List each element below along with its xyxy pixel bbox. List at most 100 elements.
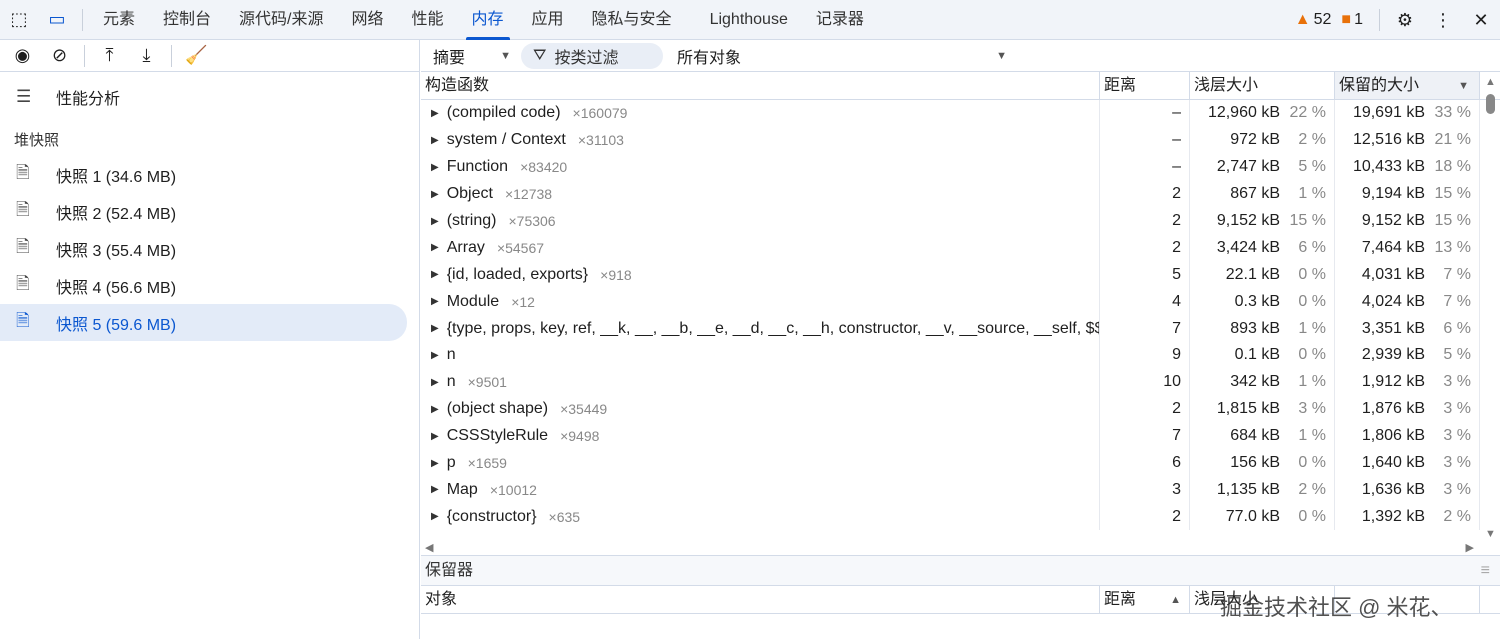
retained-size-cell: 3,351 kB 6 % — [1335, 315, 1480, 343]
warnings-badge[interactable]: ▲ 52 — [1295, 11, 1332, 29]
snapshot-item[interactable]: 🗎 快照 5 (59.6 MB) — [0, 304, 407, 341]
shallow-size-cell: 893 kB 1 % — [1190, 315, 1335, 343]
table-row[interactable]: ▶ Array ×54567 2 3,424 kB 6 % 7,464 kB 13 % — [421, 234, 1500, 262]
view-select[interactable]: 摘要 ▼ — [421, 44, 521, 68]
expand-triangle-icon[interactable]: ▶ — [431, 269, 439, 280]
constructor-cell: ▶ {constructor} ×635 — [421, 503, 1100, 531]
constructor-cell: ▶ {type, props, key, ref, __k, __, __b, _… — [421, 315, 1100, 343]
retained-size-cell: 1,392 kB 2 % — [1335, 503, 1480, 531]
tab-8[interactable]: Lighthouse — [696, 0, 802, 40]
table-row[interactable]: ▶ Object ×12738 2 867 kB 1 % 9,194 kB 15 % — [421, 180, 1500, 208]
expand-triangle-icon[interactable]: ▶ — [431, 108, 439, 119]
tab-9[interactable]: 记录器 — [802, 0, 878, 40]
shallow-size: 22.1 kB — [1225, 265, 1280, 283]
column-shallow-size[interactable]: 浅层大小 — [1190, 72, 1335, 99]
expand-triangle-icon[interactable]: ▶ — [431, 242, 439, 253]
distance-cell: 10 — [1100, 368, 1190, 396]
record-icon[interactable]: ◉ — [4, 40, 41, 72]
tab-4[interactable]: 性能 — [398, 0, 458, 40]
table-row[interactable]: ▶ n 9 0.1 kB 0 % 2,939 kB 5 % — [421, 342, 1500, 369]
shallow-percent: 0 % — [1298, 265, 1326, 283]
table-row[interactable]: ▶ Map ×10012 3 1,135 kB 2 % 1,636 kB 3 % — [421, 476, 1500, 504]
shallow-size: 1,815 kB — [1216, 400, 1280, 418]
horizontal-scrollbar[interactable]: ◀ ▶ — [421, 540, 1500, 556]
retained-header-label: 保留的大小 — [1339, 77, 1420, 94]
column-object[interactable]: 对象 — [421, 586, 1100, 613]
garbage-collect-broom-icon[interactable]: 🧹 — [178, 40, 215, 72]
expand-triangle-icon[interactable]: ▶ — [431, 162, 439, 173]
expand-triangle-icon[interactable]: ▶ — [431, 296, 439, 307]
clear-icon[interactable]: ⊘ — [41, 40, 78, 72]
tab-0[interactable]: 元素 — [89, 0, 149, 40]
settings-gear-icon[interactable]: ⚙ — [1386, 0, 1424, 40]
tab-5[interactable]: 内存 — [458, 0, 518, 40]
expand-triangle-icon[interactable]: ▶ — [431, 323, 439, 334]
shallow-size: 1,135 kB — [1216, 480, 1280, 498]
table-row[interactable]: ▶ system / Context ×31103 – 972 kB 2 % 12,516 … — [421, 126, 1500, 154]
class-filter-input[interactable]: ⛛ 按类过滤 — [521, 42, 663, 69]
retained-percent: 3 % — [1443, 427, 1471, 445]
retained-size-cell: 7,464 kB 13 % — [1335, 234, 1480, 262]
table-row[interactable]: ▶ {type, props, key, ref, __k, __, __b, _… — [421, 315, 1500, 343]
expand-triangle-icon[interactable]: ▶ — [431, 511, 439, 522]
shallow-percent: 3 % — [1298, 400, 1326, 418]
retained-percent: 3 % — [1443, 480, 1471, 498]
tab-2[interactable]: 源代码/来源 — [225, 0, 337, 40]
upload-icon[interactable]: ⤒ — [91, 40, 128, 72]
shallow-size: 2,747 kB — [1216, 158, 1280, 176]
table-row[interactable]: ▶ (object shape) ×35449 2 1,815 kB 3 % 1,876 k… — [421, 395, 1500, 423]
tab-1[interactable]: 控制台 — [149, 0, 225, 40]
expand-triangle-icon[interactable]: ▶ — [431, 431, 439, 442]
tab-6[interactable]: 应用 — [518, 0, 578, 40]
expand-triangle-icon[interactable]: ▶ — [431, 458, 439, 469]
table-row[interactable]: ▶ n ×9501 10 342 kB 1 % 1,912 kB 3 % — [421, 368, 1500, 396]
expand-triangle-icon[interactable]: ▶ — [431, 404, 439, 415]
sliders-icon: ☰ — [16, 86, 32, 106]
snapshot-item[interactable]: 🗎 快照 2 (52.4 MB) — [0, 193, 407, 230]
shallow-size: 9,152 kB — [1216, 212, 1280, 229]
scrollbar-thumb[interactable] — [1486, 94, 1495, 114]
table-row[interactable]: ▶ p ×1659 6 156 kB 0 % 1,640 kB 3 % — [421, 449, 1500, 477]
constructor-name: (string) — [446, 212, 497, 229]
more-options-icon[interactable]: ⋮ — [1424, 0, 1462, 40]
expand-triangle-icon[interactable]: ▶ — [431, 377, 439, 388]
shallow-size-cell: 0.3 kB 0 % — [1190, 288, 1335, 316]
table-row[interactable]: ▶ (string) ×75306 2 9,152 kB 15 % 9,152 kB 15 % — [421, 207, 1500, 235]
retained-size-cell: 1,912 kB 3 % — [1335, 368, 1480, 396]
instance-count: ×10012 — [489, 481, 537, 498]
column-distance[interactable]: 距离 — [1100, 72, 1190, 99]
retained-size: 7,464 kB — [1361, 238, 1425, 256]
objects-select[interactable]: 所有对象 ▼ — [677, 44, 1007, 68]
expand-triangle-icon[interactable]: ▶ — [431, 350, 439, 361]
expand-triangle-icon[interactable]: ▶ — [431, 484, 439, 495]
table-row[interactable]: ▶ {constructor} ×635 2 77.0 kB 0 % 1,392 kB 2 % — [421, 503, 1500, 531]
retained-size-cell: 4,024 kB 7 % — [1335, 288, 1480, 316]
table-row[interactable]: ▶ CSSStyleRule ×9498 7 684 kB 1 % 1,806 kB 3 % — [421, 422, 1500, 450]
snapshot-file-icon: 🗎 — [16, 274, 30, 293]
device-toolbar-icon[interactable]: ▭ — [38, 0, 76, 40]
drag-handle-icon[interactable]: ≡ — [1481, 556, 1490, 585]
table-row[interactable]: ▶ Module ×12 4 0.3 kB 0 % 4,024 kB 7 % — [421, 288, 1500, 316]
instance-count: ×75306 — [508, 213, 556, 229]
expand-triangle-icon[interactable]: ▶ — [431, 216, 439, 227]
snapshot-file-icon: 🗎 — [16, 163, 30, 182]
errors-badge[interactable]: ■ 1 — [1341, 11, 1363, 29]
snapshot-item[interactable]: 🗎 快照 4 (56.6 MB) — [0, 267, 407, 304]
tab-7[interactable]: 隐私与安全 — [578, 0, 686, 40]
column-distance[interactable]: 距离 ▲ — [1100, 586, 1190, 613]
expand-triangle-icon[interactable]: ▶ — [431, 135, 439, 146]
snapshot-item[interactable]: 🗎 快照 1 (34.6 MB) — [0, 156, 407, 193]
table-row[interactable]: ▶ {id, loaded, exports} ×918 5 22.1 kB 0 % 4,0… — [421, 261, 1500, 289]
profiling-item[interactable]: ☰ 性能分析 — [0, 78, 407, 115]
close-icon[interactable]: ✕ — [1462, 0, 1500, 40]
inspect-element-icon[interactable]: ⬚ — [0, 0, 38, 40]
snapshot-item[interactable]: 🗎 快照 3 (55.4 MB) — [0, 230, 407, 267]
vertical-scrollbar[interactable]: ▲ ▼ — [1480, 72, 1500, 542]
download-icon[interactable]: ⤓ — [128, 40, 165, 72]
table-row[interactable]: ▶ (compiled code) ×160079 –12,960 kB 22 % 19,… — [421, 100, 1500, 127]
column-retained-size[interactable]: 保留的大小 ▼ — [1335, 72, 1480, 99]
column-constructor[interactable]: 构造函数 — [421, 72, 1100, 99]
expand-triangle-icon[interactable]: ▶ — [431, 189, 439, 200]
table-row[interactable]: ▶ Function ×83420 – 2,747 kB 5 % 10,433 kB 18 % — [421, 153, 1500, 181]
tab-3[interactable]: 网络 — [337, 0, 397, 40]
